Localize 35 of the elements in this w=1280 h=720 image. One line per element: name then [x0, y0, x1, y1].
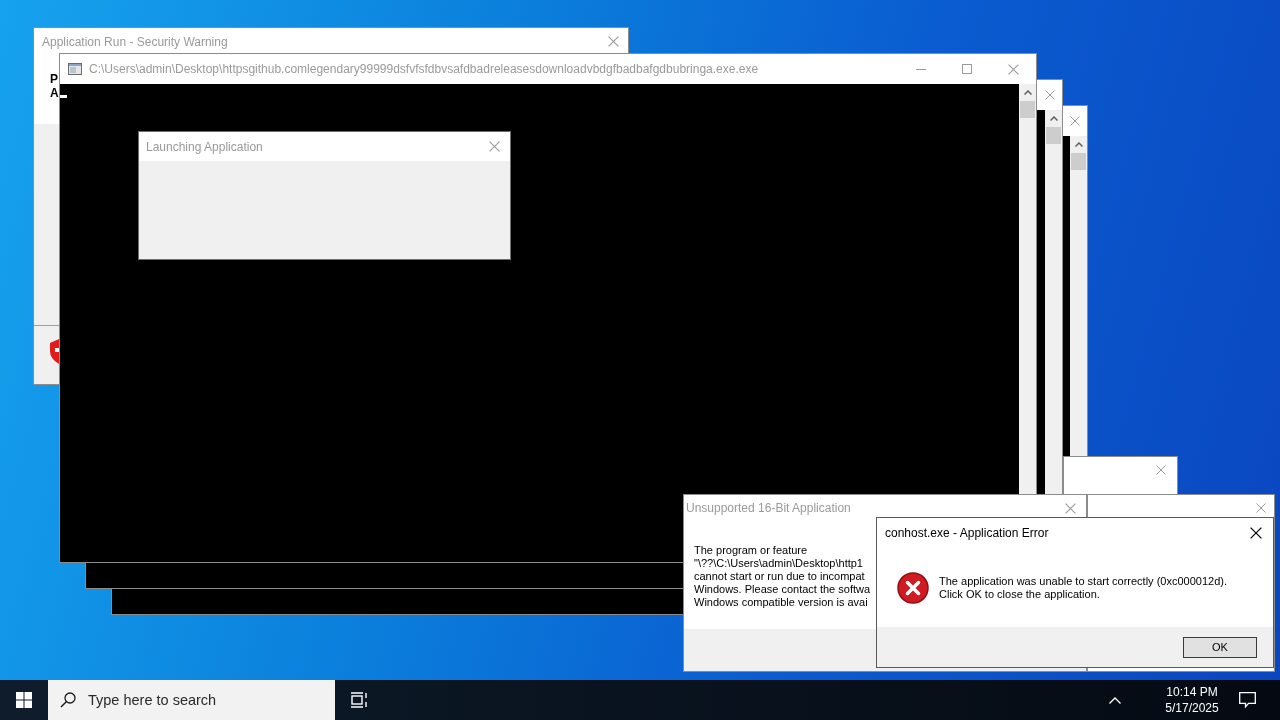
- ok-button[interactable]: OK: [1183, 636, 1257, 658]
- search-field[interactable]: Type here to search: [48, 680, 335, 720]
- close-icon: [1256, 503, 1266, 513]
- error-icon: [897, 572, 929, 604]
- chevron-up-icon: [1074, 142, 1083, 147]
- search-icon: [60, 692, 76, 708]
- scrollbar-thumb[interactable]: [1071, 153, 1086, 170]
- scrollbar-thumb[interactable]: [1046, 127, 1061, 144]
- close-icon: [1250, 527, 1262, 539]
- error-message: The application was unable to start correctly (0xc000012d). Click OK to close the application.: [939, 575, 1227, 601]
- task-view-icon: [350, 692, 368, 708]
- window-title: Launching Application: [145, 138, 263, 156]
- console-app-icon: [68, 63, 82, 75]
- error-message: The program or feature "\??\C:\Users\admin\Desktop\http1 cannot start or run due to incompat Windows. Please contact the softwa Windows compatible version is avai: [694, 544, 871, 609]
- window-title: Unsupported 16-Bit Application: [685, 500, 851, 517]
- chevron-up-icon: [1023, 90, 1032, 95]
- minimize-icon: [916, 68, 926, 70]
- close-icon: [1156, 465, 1166, 475]
- chevron-up-icon: [1109, 696, 1121, 704]
- window-title: conhost.exe - Application Error: [884, 525, 1049, 542]
- windows-logo-icon: [16, 692, 32, 708]
- window-title: C:\Users\admin\Desktop\httpsgithub.comlegendary99999dsfvfsfdbvsafdbadreleasesdownloadvbdgfbadbafgdbubringa.exe.exe: [89, 61, 759, 78]
- warning-text: P A: [50, 72, 59, 100]
- maximize-icon: [962, 64, 972, 74]
- chevron-up-icon: [1049, 116, 1058, 121]
- close-icon: [1007, 63, 1019, 75]
- clock-button[interactable]: 10:14 PM 5/17/2025: [1155, 680, 1229, 720]
- close-icon: [1070, 116, 1080, 126]
- close-icon: [1064, 502, 1076, 514]
- scrollbar-thumb[interactable]: [1020, 101, 1035, 118]
- close-icon: [488, 141, 500, 152]
- close-icon: [1045, 90, 1055, 100]
- speech-bubble-icon: [1238, 692, 1256, 708]
- window-title: Application Run - Security Warning: [41, 33, 228, 51]
- close-icon: [607, 36, 619, 47]
